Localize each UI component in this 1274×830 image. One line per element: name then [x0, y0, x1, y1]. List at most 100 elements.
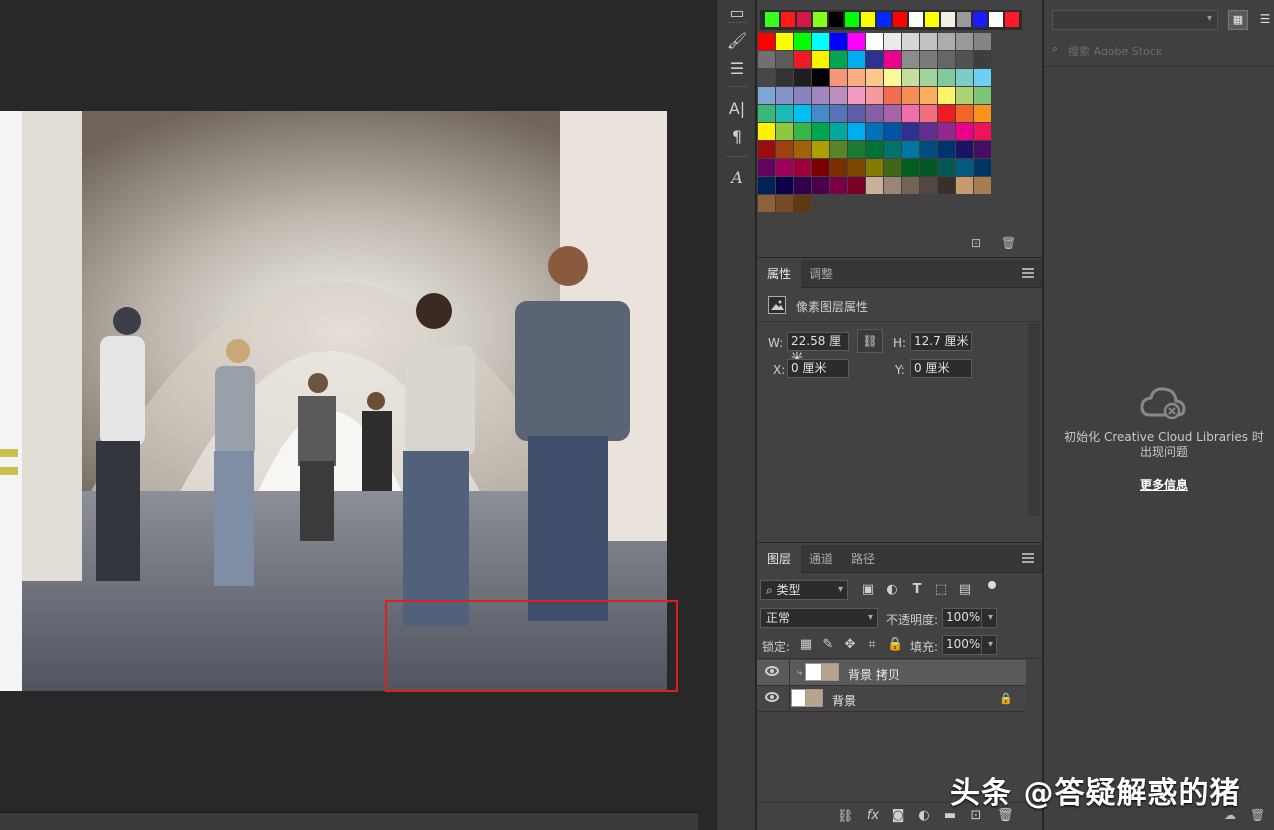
swatch[interactable] [794, 87, 811, 104]
swatch[interactable] [938, 105, 955, 122]
fill-dropdown[interactable]: ▾ [981, 635, 997, 655]
swatch[interactable] [830, 51, 847, 68]
swatch[interactable] [974, 141, 991, 158]
add-mask-icon[interactable]: ◙ [891, 808, 905, 823]
swatch[interactable] [884, 33, 901, 50]
swatch[interactable] [797, 12, 811, 27]
swatch[interactable] [848, 69, 865, 86]
tab-layers[interactable]: 图层 [757, 545, 802, 573]
swatch[interactable] [902, 177, 919, 194]
swatch[interactable] [776, 33, 793, 50]
swatch[interactable] [866, 159, 883, 176]
adjustment-layer-icon[interactable]: ◐ [917, 808, 931, 823]
filter-pixel-icon[interactable]: ▣ [861, 582, 875, 597]
swatch[interactable] [877, 12, 891, 27]
swatch[interactable] [776, 69, 793, 86]
panel-menu-icon[interactable] [1022, 268, 1034, 278]
lock-all-icon[interactable]: 🔒 [887, 637, 903, 652]
swatch[interactable] [884, 141, 901, 158]
filter-toggle-icon[interactable] [988, 581, 996, 589]
swatch[interactable] [848, 141, 865, 158]
new-swatch-icon[interactable]: ⊡ [971, 236, 981, 250]
marquee-selection[interactable] [385, 600, 678, 692]
swatch[interactable] [902, 141, 919, 158]
swatch[interactable] [794, 105, 811, 122]
tab-adjustments[interactable]: 调整 [799, 260, 843, 288]
swatch[interactable] [845, 12, 859, 27]
swatch[interactable] [920, 105, 937, 122]
swatch[interactable] [776, 105, 793, 122]
swatch[interactable] [938, 33, 955, 50]
swatch[interactable] [866, 69, 883, 86]
swatch[interactable] [812, 141, 829, 158]
lock-transparent-icon[interactable]: ▦ [799, 637, 813, 652]
swatch[interactable] [776, 51, 793, 68]
swatch[interactable] [884, 87, 901, 104]
swatch[interactable] [893, 12, 907, 27]
visibility-eye-icon[interactable] [765, 666, 779, 676]
swatch[interactable] [794, 195, 811, 212]
tab-paths[interactable]: 路径 [841, 545, 885, 573]
fx-icon[interactable]: fx [865, 808, 881, 823]
list-view-icon[interactable]: ☰ [1256, 10, 1274, 30]
swatch[interactable] [812, 105, 829, 122]
layer-row-background[interactable]: 背景 🔒 [757, 686, 1026, 712]
height-field[interactable]: 12.7 厘米 [910, 332, 972, 351]
swatch[interactable] [920, 177, 937, 194]
swatch[interactable] [956, 123, 973, 140]
stock-search[interactable]: ⌕ 搜索 Adobe Stock [1052, 40, 1268, 60]
swatch[interactable] [866, 51, 883, 68]
swatch[interactable] [830, 33, 847, 50]
swatch[interactable] [884, 69, 901, 86]
swatch[interactable] [765, 12, 779, 27]
swatch[interactable] [830, 105, 847, 122]
swatch[interactable] [884, 105, 901, 122]
swatch[interactable] [973, 12, 987, 27]
swatch[interactable] [866, 105, 883, 122]
swatch[interactable] [902, 87, 919, 104]
swatch[interactable] [902, 159, 919, 176]
swatch[interactable] [884, 177, 901, 194]
swatch[interactable] [938, 141, 955, 158]
layer-filter-dropdown[interactable]: ⌕ 类型 ▾ [760, 580, 848, 600]
swatch[interactable] [776, 87, 793, 104]
swatch[interactable] [812, 123, 829, 140]
swatch[interactable] [941, 12, 955, 27]
swatch[interactable] [794, 33, 811, 50]
swatch[interactable] [974, 51, 991, 68]
swatch[interactable] [920, 141, 937, 158]
swatch[interactable] [884, 159, 901, 176]
layer-name[interactable]: 背景 [832, 692, 856, 709]
visibility-eye-icon[interactable] [765, 692, 779, 702]
tab-properties[interactable]: 属性 [757, 260, 802, 288]
swatch[interactable] [758, 123, 775, 140]
swatch[interactable] [812, 177, 829, 194]
link-dimensions-icon[interactable]: ⛓ [857, 329, 883, 353]
opacity-field[interactable]: 100% [942, 608, 982, 628]
swatch[interactable] [848, 105, 865, 122]
swatch[interactable] [758, 177, 775, 194]
swatch[interactable] [758, 105, 775, 122]
swatch[interactable] [830, 123, 847, 140]
swatch[interactable] [758, 195, 775, 212]
swatch[interactable] [812, 87, 829, 104]
swatch[interactable] [866, 87, 883, 104]
swatch[interactable] [830, 141, 847, 158]
swatch[interactable] [974, 87, 991, 104]
swatch[interactable] [866, 33, 883, 50]
swatch[interactable] [794, 177, 811, 194]
filter-shape-icon[interactable]: ⬚ [934, 582, 948, 597]
swatch[interactable] [776, 123, 793, 140]
swatch[interactable] [848, 123, 865, 140]
swatch[interactable] [920, 87, 937, 104]
character-icon[interactable]: A| [725, 96, 749, 120]
swatch[interactable] [758, 87, 775, 104]
lock-artboard-icon[interactable]: ⌗ [865, 637, 879, 652]
x-field[interactable]: 0 厘米 [787, 359, 849, 378]
swatch[interactable] [956, 87, 973, 104]
swatch[interactable] [794, 123, 811, 140]
swatch[interactable] [902, 123, 919, 140]
swatch[interactable] [830, 87, 847, 104]
swatch[interactable] [956, 141, 973, 158]
library-dropdown[interactable]: ▾ [1052, 10, 1218, 30]
